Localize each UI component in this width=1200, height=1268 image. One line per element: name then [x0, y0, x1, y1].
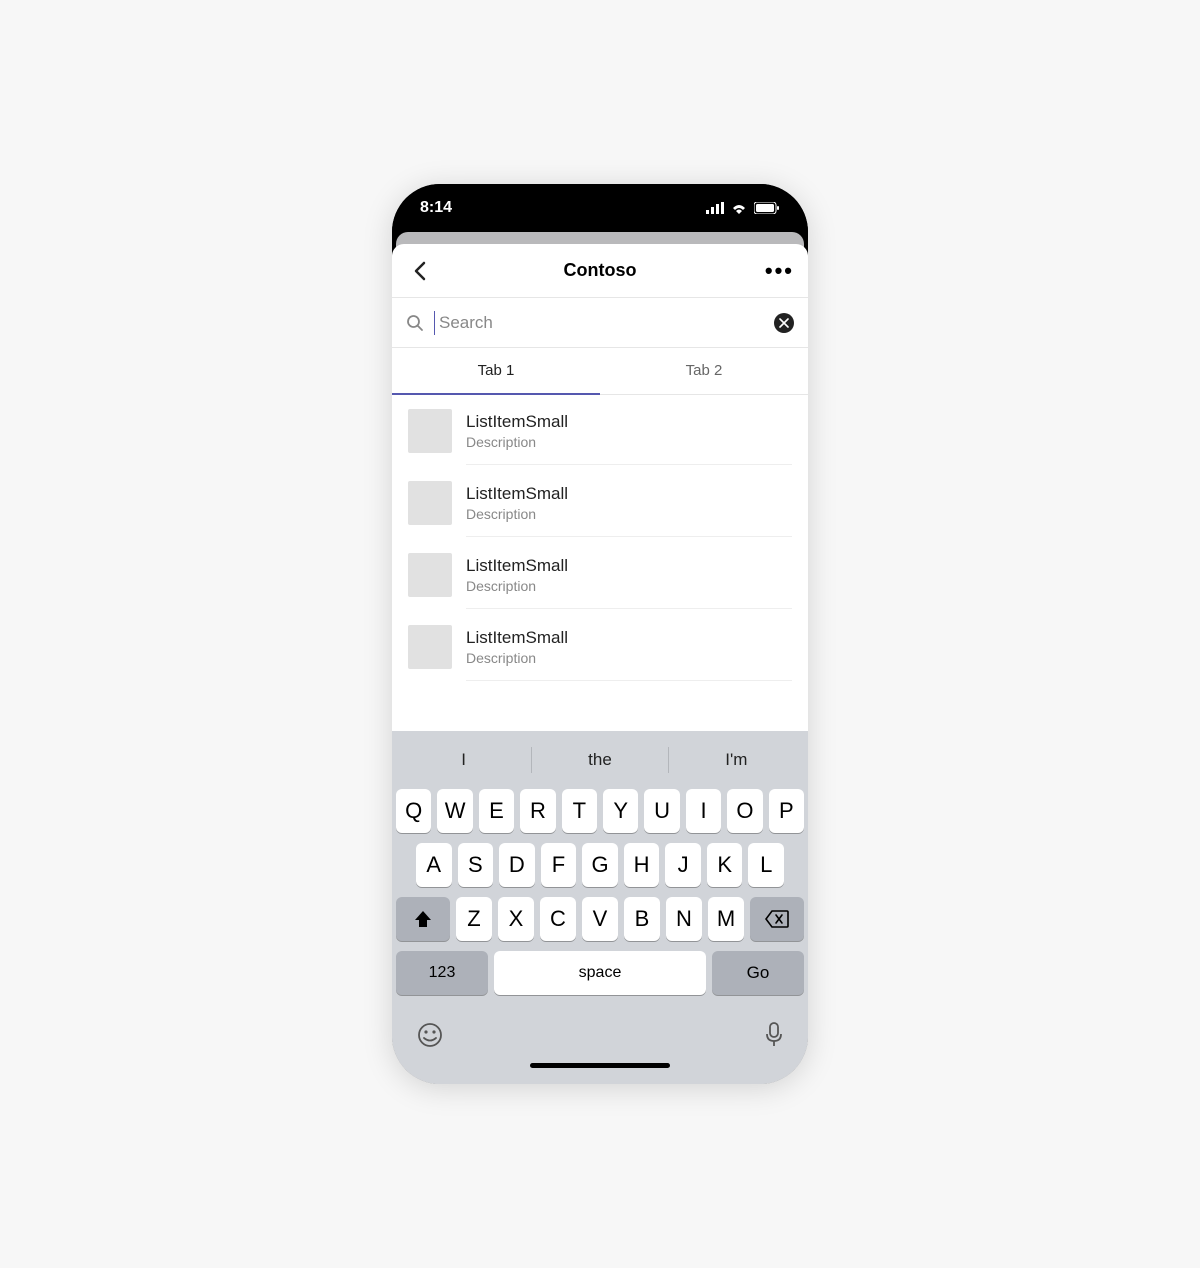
suggestion[interactable]: I'm: [669, 750, 804, 770]
numeric-key[interactable]: 123: [396, 951, 488, 995]
key-d[interactable]: D: [499, 843, 535, 887]
space-key[interactable]: space: [494, 951, 706, 995]
backspace-key[interactable]: [750, 897, 804, 941]
chevron-left-icon: [413, 261, 427, 281]
keyboard: I the I'm Q W E R T Y U I O P A S: [392, 731, 808, 1084]
list-item-thumbnail: [408, 625, 452, 669]
suggestion[interactable]: I: [396, 750, 531, 770]
keyboard-suggestions: I the I'm: [396, 737, 804, 783]
battery-icon: [754, 202, 780, 214]
go-key[interactable]: Go: [712, 951, 804, 995]
tab-1[interactable]: Tab 1: [392, 348, 600, 395]
key-w[interactable]: W: [437, 789, 472, 833]
key-j[interactable]: J: [665, 843, 701, 887]
search-icon: [406, 314, 424, 332]
page-header: Contoso •••: [392, 244, 808, 298]
list-item-description: Description: [466, 650, 792, 666]
list-item-thumbnail: [408, 481, 452, 525]
key-s[interactable]: S: [458, 843, 494, 887]
status-bar: 8:14: [392, 184, 808, 232]
key-c[interactable]: C: [540, 897, 576, 941]
list-item-thumbnail: [408, 553, 452, 597]
key-q[interactable]: Q: [396, 789, 431, 833]
results-list: ListItemSmall Description ListItemSmall …: [392, 395, 808, 731]
list-item[interactable]: ListItemSmall Description: [392, 539, 808, 611]
modal-sheet: Contoso ••• Tab 1 Tab 2 ListItemSmall: [392, 244, 808, 1084]
page-title: Contoso: [564, 260, 637, 281]
key-e[interactable]: E: [479, 789, 514, 833]
more-icon: •••: [765, 258, 794, 283]
key-f[interactable]: F: [541, 843, 577, 887]
microphone-icon[interactable]: [764, 1021, 784, 1049]
key-t[interactable]: T: [562, 789, 597, 833]
list-item-title: ListItemSmall: [466, 484, 792, 504]
search-input[interactable]: [434, 311, 764, 335]
key-n[interactable]: N: [666, 897, 702, 941]
wifi-icon: [730, 202, 748, 214]
shift-icon: [413, 909, 433, 929]
key-a[interactable]: A: [416, 843, 452, 887]
key-b[interactable]: B: [624, 897, 660, 941]
key-v[interactable]: V: [582, 897, 618, 941]
key-y[interactable]: Y: [603, 789, 638, 833]
clear-search-button[interactable]: [774, 313, 794, 333]
key-z[interactable]: Z: [456, 897, 492, 941]
keyboard-row-3: Z X C V B N M: [396, 897, 804, 941]
key-u[interactable]: U: [644, 789, 679, 833]
key-r[interactable]: R: [520, 789, 555, 833]
key-k[interactable]: K: [707, 843, 743, 887]
list-item-title: ListItemSmall: [466, 412, 792, 432]
cellular-icon: [706, 202, 724, 214]
backspace-icon: [765, 910, 789, 928]
search-bar: [392, 298, 808, 348]
key-p[interactable]: P: [769, 789, 804, 833]
keyboard-row-2: A S D F G H J K L: [396, 843, 804, 887]
more-button[interactable]: •••: [765, 258, 794, 284]
list-item[interactable]: ListItemSmall Description: [392, 467, 808, 539]
list-item[interactable]: ListItemSmall Description: [392, 611, 808, 683]
close-icon: [779, 318, 789, 328]
list-item[interactable]: ListItemSmall Description: [392, 395, 808, 467]
key-l[interactable]: L: [748, 843, 784, 887]
list-item-thumbnail: [408, 409, 452, 453]
home-indicator[interactable]: [530, 1063, 670, 1068]
back-button[interactable]: [406, 257, 434, 285]
list-item-title: ListItemSmall: [466, 628, 792, 648]
tab-2[interactable]: Tab 2: [600, 348, 808, 395]
status-time: 8:14: [420, 199, 452, 217]
key-g[interactable]: G: [582, 843, 618, 887]
list-item-title: ListItemSmall: [466, 556, 792, 576]
key-x[interactable]: X: [498, 897, 534, 941]
key-m[interactable]: M: [708, 897, 744, 941]
tabs: Tab 1 Tab 2: [392, 348, 808, 395]
key-o[interactable]: O: [727, 789, 762, 833]
list-item-description: Description: [466, 506, 792, 522]
key-i[interactable]: I: [686, 789, 721, 833]
emoji-icon[interactable]: [416, 1021, 444, 1049]
list-item-description: Description: [466, 578, 792, 594]
status-indicators: [706, 202, 780, 214]
list-item-description: Description: [466, 434, 792, 450]
keyboard-row-4: 123 space Go: [396, 951, 804, 995]
key-h[interactable]: H: [624, 843, 660, 887]
keyboard-footer: [396, 1005, 804, 1057]
shift-key[interactable]: [396, 897, 450, 941]
phone-frame: 8:14 Contoso ••• Tab: [392, 184, 808, 1084]
suggestion[interactable]: the: [532, 750, 667, 770]
keyboard-row-1: Q W E R T Y U I O P: [396, 789, 804, 833]
